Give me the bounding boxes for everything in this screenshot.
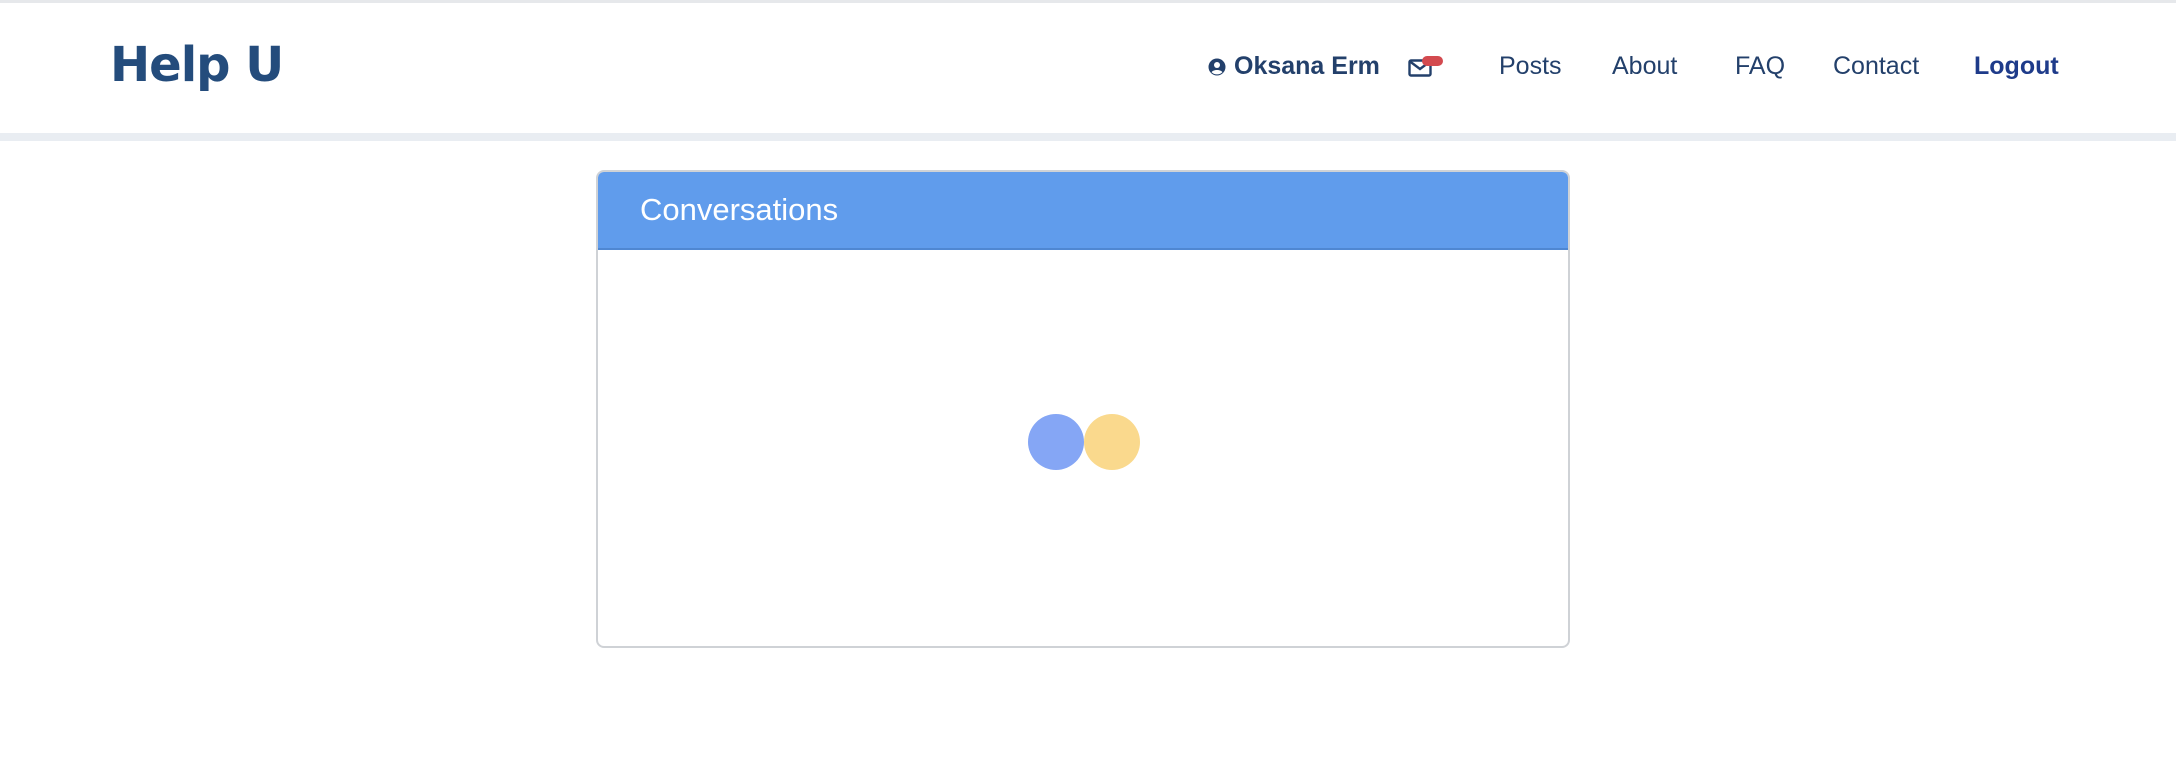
- user-name: Oksana Erm: [1234, 52, 1380, 80]
- navbar: Help U Oksana Erm Posts About FAQ Contac…: [0, 3, 2176, 141]
- nav-link-about[interactable]: About: [1612, 52, 1677, 81]
- nav-menu: Oksana Erm Posts About FAQ Contact Logou…: [1208, 3, 2108, 133]
- nav-link-faq[interactable]: FAQ: [1735, 52, 1785, 81]
- conversations-header: Conversations: [598, 172, 1568, 250]
- conversations-title: Conversations: [640, 192, 839, 227]
- user-circle-icon: [1208, 58, 1226, 76]
- conversations-panel: Conversations: [596, 170, 1570, 648]
- nav-link-contact[interactable]: Contact: [1833, 52, 1919, 81]
- user-profile-link[interactable]: Oksana Erm: [1208, 52, 1380, 81]
- loading-dot-blue: [1028, 414, 1084, 470]
- loading-dots-icon: [1028, 414, 1142, 472]
- messages-button[interactable]: [1408, 53, 1448, 83]
- loading-dot-yellow: [1084, 414, 1140, 470]
- nav-link-logout[interactable]: Logout: [1974, 52, 2059, 81]
- unread-badge: [1422, 56, 1443, 66]
- brand-logo[interactable]: Help U: [110, 37, 284, 93]
- nav-link-posts[interactable]: Posts: [1499, 52, 1562, 81]
